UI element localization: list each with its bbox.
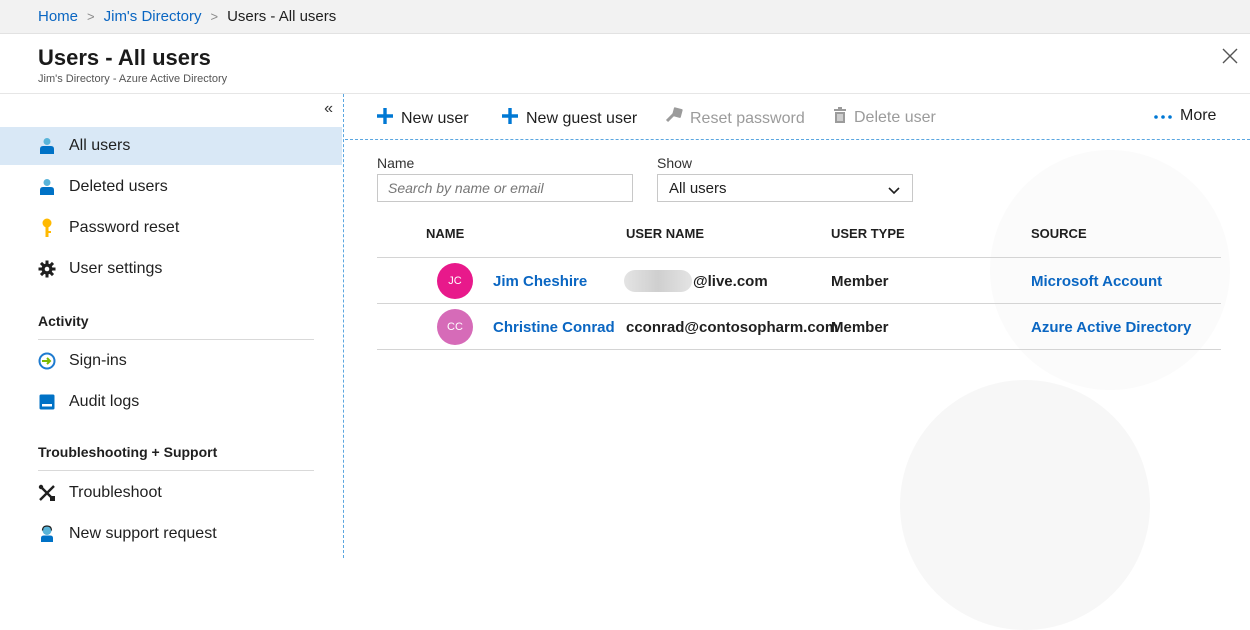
user-name-link[interactable]: Jim Cheshire: [493, 273, 587, 290]
sidebar-item-label: Audit logs: [69, 393, 140, 410]
username-cell: cconrad@contosopharm.com: [626, 319, 839, 336]
plus-icon: [376, 107, 394, 130]
new-user-button[interactable]: New user: [376, 107, 469, 130]
user-icon: [37, 136, 57, 156]
page-subtitle: Jim's Directory - Azure Active Directory: [38, 73, 228, 85]
section-title-troubleshooting: Troubleshooting + Support: [38, 444, 218, 460]
gear-icon: [37, 259, 57, 279]
column-header-source[interactable]: SOURCE: [1031, 226, 1087, 241]
avatar: CC: [437, 309, 473, 345]
name-filter-label: Name: [377, 155, 415, 171]
user-type-cell: Member: [831, 319, 889, 336]
sidebar-item-label: New support request: [69, 525, 217, 542]
table-divider: [377, 257, 1221, 258]
background-decoration: [900, 380, 1150, 630]
username-cell: @live.com: [693, 273, 768, 290]
trash-icon: [833, 107, 847, 128]
blade-header: Users - All users Jim's Directory - Azur…: [0, 34, 1250, 94]
sidebar-item-label: Sign-ins: [69, 352, 127, 369]
new-user-label: New user: [401, 109, 469, 127]
sidebar-item-label: Troubleshoot: [69, 484, 162, 501]
new-guest-user-label: New guest user: [526, 109, 638, 127]
more-icon: [1153, 107, 1173, 125]
source-link[interactable]: Azure Active Directory: [1031, 319, 1191, 336]
collapse-sidebar-icon[interactable]: «: [324, 100, 333, 118]
sidebar-item-label: All users: [69, 137, 131, 154]
support-icon: [37, 524, 57, 544]
page-title: Users - All users: [38, 45, 211, 70]
breadcrumb: Home > Jim's Directory > Users - All use…: [0, 0, 1250, 34]
more-label: More: [1180, 107, 1217, 124]
user-type-cell: Member: [831, 273, 889, 290]
plus-icon: [501, 107, 519, 130]
show-dropdown[interactable]: All users: [657, 174, 913, 202]
user-icon: [37, 177, 57, 197]
source-link[interactable]: Microsoft Account: [1031, 273, 1162, 290]
table-divider: [377, 303, 1221, 304]
sidebar-item-audit-logs[interactable]: Audit logs: [0, 383, 342, 421]
show-filter-label: Show: [657, 155, 693, 171]
sidebar-item-all-users[interactable]: All users: [0, 127, 342, 165]
breadcrumb-separator: >: [87, 9, 95, 24]
sidebar-item-deleted-users[interactable]: Deleted users: [0, 168, 342, 206]
avatar: JC: [437, 263, 473, 299]
section-divider: [38, 339, 314, 340]
sidebar-item-password-reset[interactable]: Password reset: [0, 209, 342, 247]
reset-password-button[interactable]: Reset password: [665, 107, 805, 130]
sidebar-item-troubleshoot[interactable]: Troubleshoot: [0, 474, 342, 512]
table-divider: [377, 349, 1221, 350]
sidebar-item-label: Deleted users: [69, 178, 168, 195]
new-guest-user-button[interactable]: New guest user: [501, 107, 637, 130]
key-icon: [37, 218, 57, 238]
column-header-user-name[interactable]: USER NAME: [626, 226, 704, 241]
sidebar-item-label: User settings: [69, 260, 163, 277]
column-header-user-type[interactable]: USER TYPE: [831, 226, 905, 241]
command-bar: New user New guest user Reset password D…: [345, 94, 1250, 140]
chevron-down-icon: [888, 182, 900, 199]
breadcrumb-home[interactable]: Home: [38, 8, 78, 25]
tools-icon: [37, 483, 57, 503]
section-divider: [38, 470, 314, 471]
search-input[interactable]: [377, 174, 633, 202]
sidebar: « All users Deleted users Password reset…: [0, 94, 344, 558]
audit-log-icon: [37, 392, 57, 412]
breadcrumb-directory[interactable]: Jim's Directory: [104, 8, 202, 25]
sidebar-item-user-settings[interactable]: User settings: [0, 250, 342, 288]
user-name-link[interactable]: Christine Conrad: [493, 319, 615, 336]
delete-user-button[interactable]: Delete user: [833, 107, 936, 128]
more-button[interactable]: More: [1153, 107, 1216, 125]
breadcrumb-separator: >: [210, 9, 219, 24]
sign-in-icon: [37, 351, 57, 371]
key-icon: [665, 107, 683, 130]
breadcrumb-current: Users - All users: [227, 8, 337, 25]
sidebar-item-new-support-request[interactable]: New support request: [0, 515, 342, 553]
close-icon[interactable]: [1222, 44, 1238, 70]
show-dropdown-value: All users: [669, 179, 727, 197]
background-decoration: [990, 150, 1230, 390]
sidebar-item-sign-ins[interactable]: Sign-ins: [0, 342, 342, 380]
obscured-username: [624, 270, 692, 292]
column-header-name[interactable]: NAME: [426, 226, 464, 241]
section-title-activity: Activity: [38, 313, 89, 329]
reset-password-label: Reset password: [690, 109, 805, 127]
sidebar-item-label: Password reset: [69, 219, 180, 236]
delete-user-label: Delete user: [854, 108, 936, 126]
